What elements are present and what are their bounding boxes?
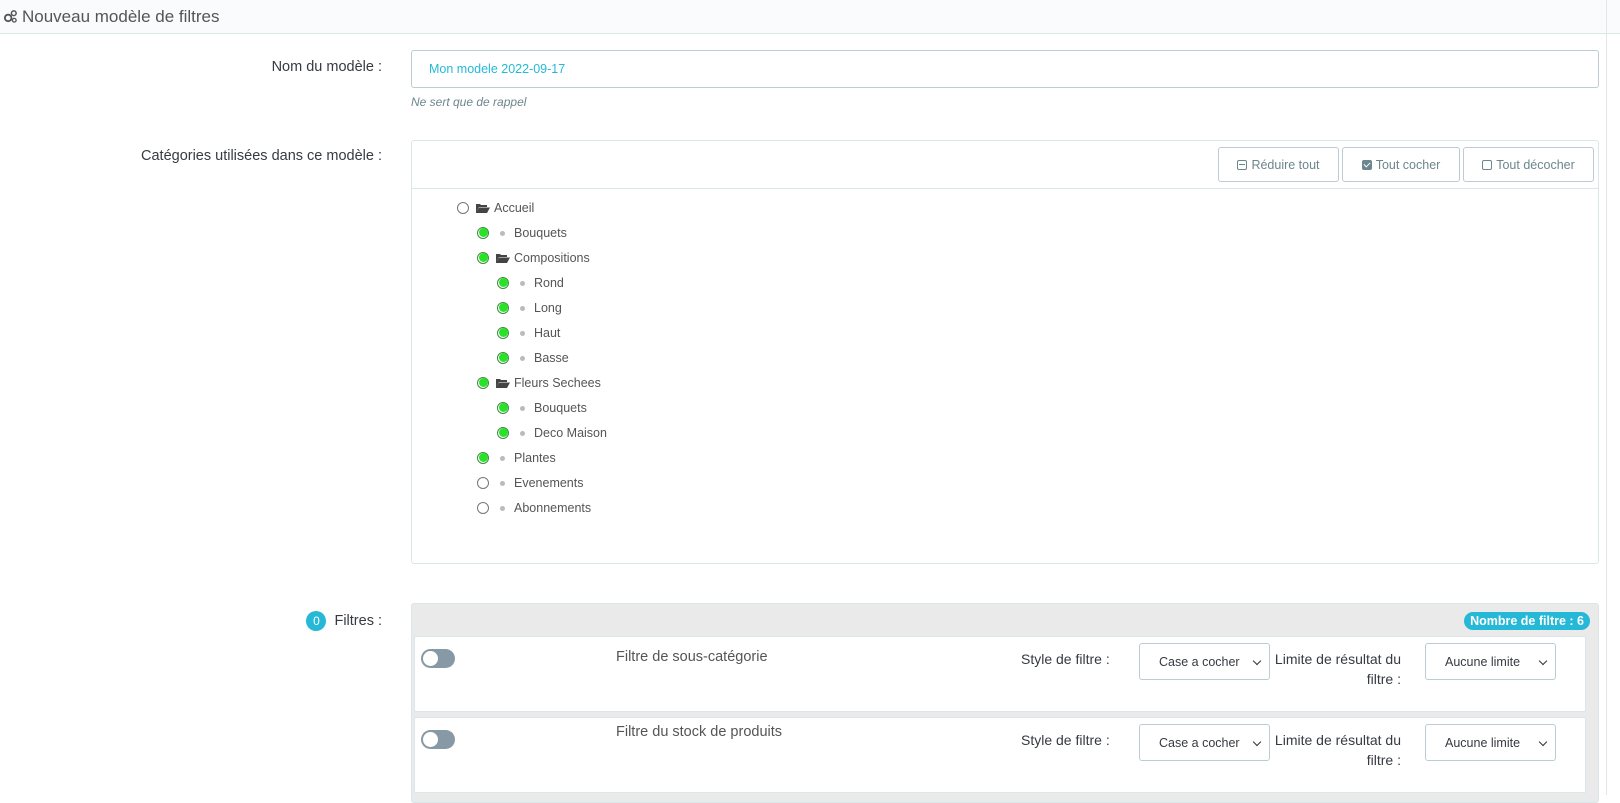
tree-node-label[interactable]: Rond [534, 276, 564, 290]
tree-node: Accueil [457, 198, 534, 218]
tree-node-label[interactable]: Long [534, 301, 562, 315]
tree-node: Evenements [477, 473, 583, 493]
tree-node: Rond [497, 273, 564, 293]
bullet-icon [500, 505, 505, 511]
filters-count-badge: 0 [306, 611, 327, 631]
filter-style-select[interactable]: Case a cocher [1139, 643, 1270, 680]
chevron-down-icon [1252, 737, 1262, 747]
filter-name: Filtre de sous-catégorie [616, 649, 768, 665]
tree-node-label[interactable]: Plantes [514, 451, 556, 465]
tree-node-radio[interactable] [457, 202, 469, 214]
check-all-label: Tout cocher [1375, 157, 1441, 172]
tree-node: Abonnements [477, 498, 591, 518]
tree-node: Deco Maison [497, 423, 607, 443]
tree-node-label[interactable]: Deco Maison [534, 426, 607, 440]
tree-node-label[interactable]: Bouquets [514, 226, 567, 240]
tree-node-label[interactable]: Bouquets [534, 401, 587, 415]
bullet-icon [520, 305, 525, 311]
tree-node-radio[interactable] [497, 302, 509, 314]
chevron-down-icon [1538, 656, 1548, 666]
tree-node-radio[interactable] [497, 327, 509, 339]
filter-style-value: Case a cocher [1159, 654, 1240, 669]
category-tree: Réduire tout Tout cocher Tout décocher A… [411, 140, 1599, 564]
filter-limit-value: Aucune limite [1445, 654, 1521, 669]
filter-limit-select[interactable]: Aucune limite [1425, 643, 1556, 680]
tree-node: Bouquets [477, 223, 567, 243]
cogs-icon [3, 10, 17, 23]
check-square-icon [1361, 159, 1372, 170]
bullet-icon [500, 480, 505, 486]
chevron-down-icon [1538, 737, 1548, 747]
tree-node-radio[interactable] [497, 402, 509, 414]
filter-style-label: Style de filtre : [1021, 732, 1110, 748]
tree-node: Compositions [477, 248, 590, 268]
page-title: Nouveau modèle de filtres [22, 6, 220, 26]
filter-limit-label: Limite de résultat du filtre : [1274, 732, 1401, 768]
tree-node-label[interactable]: Abonnements [514, 501, 591, 515]
check-all-button[interactable]: Tout cocher [1342, 147, 1460, 182]
bullet-icon [520, 405, 525, 411]
tree-node-radio[interactable] [477, 377, 489, 389]
filter-count-badge: Nombre de filtre : 6 [1464, 612, 1590, 630]
tree-node-label[interactable]: Haut [534, 326, 560, 340]
chevron-down-icon [1252, 656, 1262, 666]
bullet-icon [520, 355, 525, 361]
panel-border [1606, 0, 1607, 795]
filter-limit-value: Aucune limite [1445, 735, 1521, 750]
tree-node: Haut [497, 323, 560, 343]
bullet-icon [500, 455, 505, 461]
filters-label: Filtres : [334, 613, 382, 629]
filter-style-value: Case a cocher [1159, 735, 1240, 750]
tree-node: Long [497, 298, 562, 318]
tree-node-radio[interactable] [477, 227, 489, 239]
panel-heading: Nouveau modèle de filtres [0, 0, 1620, 34]
filter-limit-label: Limite de résultat du filtre : [1274, 651, 1401, 687]
bullet-icon [520, 430, 525, 436]
tree-node-label[interactable]: Basse [534, 351, 569, 365]
tree-node-radio[interactable] [497, 352, 509, 364]
tree-node: Plantes [477, 448, 556, 468]
name-label: Nom du modèle : [271, 59, 382, 75]
filter-name: Filtre du stock de produits [616, 724, 783, 740]
tree-node-label[interactable]: Fleurs Sechees [514, 376, 601, 390]
uncheck-all-label: Tout décocher [1496, 157, 1575, 172]
filters-panel: Nombre de filtre : 6 Filtre de sous-caté… [411, 603, 1599, 803]
tree-node-label[interactable]: Compositions [514, 251, 590, 265]
tree-node-radio[interactable] [497, 427, 509, 439]
filter-toggle-switch[interactable] [421, 730, 455, 749]
filter-style-select[interactable]: Case a cocher [1139, 724, 1270, 761]
tree-toolbar: Réduire tout Tout cocher Tout décocher [412, 141, 1598, 189]
tree-node-radio[interactable] [477, 477, 489, 489]
tree-node-radio[interactable] [477, 452, 489, 464]
categories-label: Catégories utilisées dans ce modèle : [141, 148, 382, 164]
folder-open-icon[interactable] [496, 378, 510, 388]
collapse-all-button[interactable]: Réduire tout [1218, 147, 1339, 182]
tree-node: Fleurs Sechees [477, 373, 601, 393]
filter-toggle-switch[interactable] [421, 649, 455, 668]
tree-node-radio[interactable] [477, 252, 489, 264]
filter-row-subcategory: Filtre de sous-catégorie Style de filtre… [414, 636, 1586, 712]
collapse-all-label: Réduire tout [1251, 157, 1320, 172]
minus-square-icon [1237, 159, 1248, 170]
filter-limit-select[interactable]: Aucune limite [1425, 724, 1556, 761]
filters-label-group: 0 Filtres : [306, 611, 382, 631]
tree-node: Basse [497, 348, 569, 368]
bullet-icon [520, 330, 525, 336]
filter-row-stock: Filtre du stock de produits Style de fil… [414, 717, 1586, 793]
filter-style-label: Style de filtre : [1021, 651, 1110, 667]
bullet-icon [500, 230, 505, 236]
folder-open-icon[interactable] [476, 203, 490, 213]
bullet-icon [520, 280, 525, 286]
name-help-text: Ne sert que de rappel [411, 95, 527, 109]
tree-node-label[interactable]: Accueil [494, 201, 534, 215]
folder-open-icon[interactable] [496, 253, 510, 263]
tree-node-label[interactable]: Evenements [514, 476, 583, 490]
uncheck-all-button[interactable]: Tout décocher [1463, 147, 1594, 182]
tree-node-radio[interactable] [477, 502, 489, 514]
template-name-input[interactable] [411, 50, 1599, 88]
tree-node: Bouquets [497, 398, 587, 418]
tree-node-radio[interactable] [497, 277, 509, 289]
square-icon [1482, 159, 1493, 170]
